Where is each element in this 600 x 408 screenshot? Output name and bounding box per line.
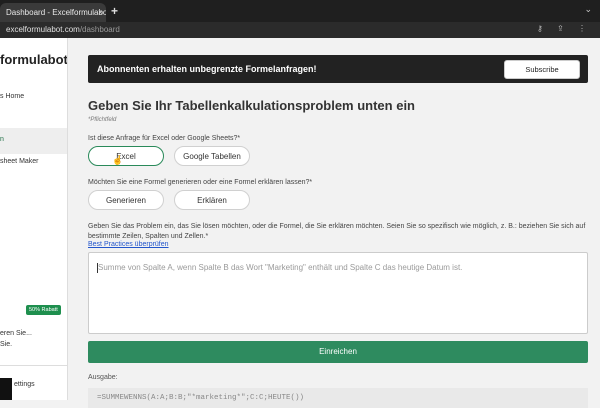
sidebar-item-active[interactable]: n [0,128,67,154]
textarea-placeholder: Summe von Spalte A, wenn Spalte B das Wo… [98,263,463,272]
mouse-cursor-icon: ☝ [112,155,124,165]
url-text[interactable]: excelformulabot.com/dashboard [6,24,120,36]
sidebar-item-label: n [0,136,4,143]
problem-description: Geben Sie das Problem ein, das Sie lösen… [88,223,586,240]
subscribe-button[interactable]: Subscribe [504,60,580,79]
tab-title: Dashboard - Excelformulabot.c [6,8,106,17]
app-logo[interactable]: formulabot [0,52,67,67]
option-excel-button[interactable]: Excel [88,146,164,166]
url-path: /dashboard [79,25,120,34]
option-google-sheets-button[interactable]: Google Tabellen [174,146,250,166]
url-host: excelformulabot.com [6,25,80,34]
option-generate-button[interactable]: Generieren [88,190,164,210]
question-mode: Möchten Sie eine Formel generieren oder … [88,179,313,186]
browser-tab-bar: Dashboard - Excelformulabot.c × + ⌄ [0,0,600,22]
sidebar-item-sheet-maker[interactable]: sheet Maker [0,158,39,165]
subscribe-banner: Abonnenten erhalten unbegrenzte Formelan… [88,55,588,83]
question-platform: Ist diese Anfrage für Excel oder Google … [88,135,241,142]
avatar[interactable] [0,378,12,400]
sidebar: formulabot s Home n sheet Maker 50% Raba… [0,38,68,400]
submit-button[interactable]: Einreichen [88,341,588,363]
address-bar[interactable]: excelformulabot.com/dashboard ⚷ ⇪ ⋮ [0,22,600,38]
sidebar-item-settings[interactable]: ettings [14,381,35,388]
best-practices-link[interactable]: Best Practices überprüfen [88,241,169,248]
sidebar-item-home[interactable]: s Home [0,93,24,100]
banner-text: Abonnenten erhalten unbegrenzte Formelan… [97,64,317,74]
new-tab-button[interactable]: + [111,3,118,20]
sidebar-divider [0,365,67,366]
close-tab-icon[interactable]: × [98,3,103,22]
output-label: Ausgabe: [88,374,118,381]
sidebar-item-partial-2[interactable]: Sie. [0,341,12,348]
address-bar-icons[interactable]: ⚷ ⇪ ⋮ [537,24,592,33]
output-box[interactable]: =SUMMEWENNS(A:A;B:B;"*marketing*";C:C;HE… [88,388,588,408]
discount-badge[interactable]: 50% Rabatt [26,305,61,315]
page-title: Geben Sie Ihr Tabellenkalkulationsproble… [88,98,415,113]
problem-textarea[interactable]: Summe von Spalte A, wenn Spalte B das Wo… [88,252,588,334]
required-note: *Pflichtfeld [88,117,117,123]
sidebar-item-partial[interactable]: eren Sie... [0,330,32,337]
tab-menu-icon[interactable]: ⌄ [584,4,592,15]
output-value: =SUMMEWENNS(A:A;B:B;"*marketing*";C:C;HE… [97,394,305,402]
browser-tab[interactable]: Dashboard - Excelformulabot.c [0,3,106,22]
option-explain-button[interactable]: Erklären [174,190,250,210]
